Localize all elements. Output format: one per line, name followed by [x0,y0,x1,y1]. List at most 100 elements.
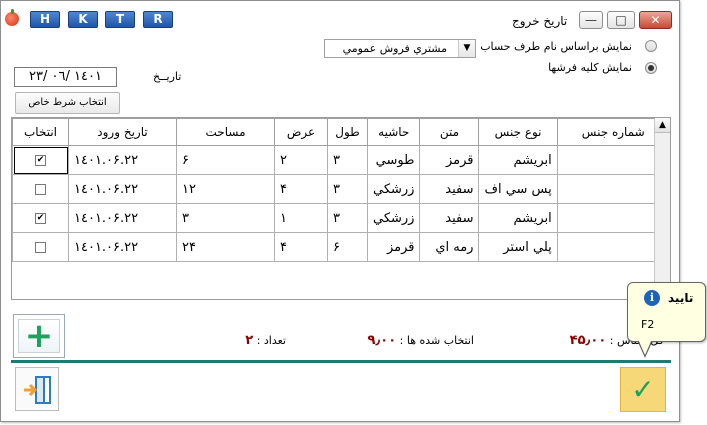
exit-door-icon [24,376,51,404]
close-button[interactable]: ✕ [639,11,672,29]
hotkey-h-button[interactable]: H [30,11,60,28]
radio-by-account[interactable] [645,40,657,52]
account-select[interactable]: مشتري فروش عمومي ▼ [324,39,476,58]
empty-cell [478,261,558,290]
col-area[interactable]: مساحت [176,118,275,146]
tooltip-shortcut: F2 [641,318,655,331]
row-border: طوسي [366,145,421,175]
confirm-button[interactable]: ✓ [620,367,666,412]
col-field[interactable]: متن [419,118,480,146]
row-width: ۴ [274,174,328,204]
exit-button[interactable] [15,367,59,411]
info-icon: i [644,290,660,306]
row-item-id: ۵ [556,203,670,233]
row-entry-date: ١٤٠١.٠۶.٢٢ [68,174,177,204]
tooltip-title: تاييد [668,291,694,305]
row-width: ١ [274,203,328,233]
empty-cell [12,261,69,290]
chevron-down-icon[interactable]: ▼ [458,40,475,57]
checkbox-icon[interactable] [35,212,46,224]
total-value: ۴۵٫٠٠ [569,333,607,348]
app-apple-icon [5,9,19,26]
row-item-id: ۶ [556,232,670,262]
row-width: ۴ [274,232,328,262]
empty-cell [274,261,328,290]
radio-all-carpets[interactable] [645,62,657,74]
minimize-button[interactable]: — [579,11,603,29]
row-area: ٢۴ [176,232,275,262]
account-select-value: مشتري فروش عمومي [342,42,447,55]
table-row-empty [12,261,670,290]
selected-stat: انتخاب شده ها : ۹٫٠٠ [367,333,474,348]
row-type: پلي استر [478,232,558,262]
row-length: ٣ [327,145,368,175]
row-select-checkbox[interactable] [12,232,69,262]
col-entry-date[interactable]: تاريخ ورود [68,118,177,146]
table-row[interactable]: ١٤٠١.٠۶.٢٢۶٢٣طوسيقرمزابريشم٢ [12,145,670,175]
carpets-table: انتخاب تاريخ ورود مساحت عرض طول حاشيه مت… [12,118,670,290]
empty-cell [327,261,368,290]
row-item-id: ٣ [556,174,670,204]
table-row[interactable]: ١٤٠١.٠۶.٢٢٢۴۴۶قرمزرمه ايپلي استر۶ [12,232,670,262]
row-area: ١٢ [176,174,275,204]
radio-all-carpets-label: نمايش كليه فرشها [548,61,632,74]
date-label: تاريــخ [153,70,182,83]
date-input[interactable]: ١٤٠١ /٠٦ /٢٣ [14,67,117,87]
table-row[interactable]: ١٤٠١.٠۶.٢٢١٢۴٣زرشكيسفيدپس سي اف٣ [12,174,670,204]
row-select-checkbox[interactable] [12,203,69,233]
title-bar[interactable]: H K T R تاريخ خروج — □ ✕ [1,1,679,33]
col-item-id[interactable]: شماره جنس [556,118,670,146]
selected-label: انتخاب شده ها : [399,334,474,347]
row-length: ۶ [327,232,368,262]
plus-icon: + [18,319,60,353]
hotkey-k-button[interactable]: K [68,11,98,28]
row-border: زرشكي [366,174,421,204]
row-item-id: ٢ [556,145,670,175]
row-area: ۶ [176,145,275,175]
radio-by-account-label: نمايش براساس نام طرف حساب [480,40,632,53]
row-length: ٣ [327,203,368,233]
col-select[interactable]: انتخاب [12,118,69,146]
row-entry-date: ١٤٠١.٠۶.٢٢ [68,232,177,262]
table-row[interactable]: ١٤٠١.٠۶.٢٢٣١٣زرشكيسفيدابريشم۵ [12,203,670,233]
checkbox-icon[interactable] [35,183,46,195]
add-button[interactable]: + [13,314,65,358]
grid-scrollbar[interactable]: ▲ [654,118,670,299]
footer-divider [11,360,671,363]
count-label: تعداد : [256,334,286,347]
hotkey-t-button[interactable]: T [105,11,135,28]
col-border[interactable]: حاشيه [366,118,421,146]
carpets-grid: انتخاب تاريخ ورود مساحت عرض طول حاشيه مت… [11,117,671,300]
special-filter-button[interactable]: انتخاب شرط خاص [15,92,120,114]
row-type: ابريشم [478,203,558,233]
window: H K T R تاريخ خروج — □ ✕ نمايش براساس نا… [0,0,680,422]
row-field: رمه اي [419,232,480,262]
row-border: زرشكي [366,203,421,233]
maximize-button[interactable]: □ [607,11,635,29]
row-type: پس سي اف [478,174,558,204]
checkbox-icon[interactable] [35,154,46,166]
row-border: قرمز [366,232,421,262]
row-field: سفيد [419,174,480,204]
selected-value: ۹٫٠٠ [367,333,397,348]
scroll-up-icon[interactable]: ▲ [655,118,670,133]
checkmark-icon: ✓ [631,373,655,406]
empty-cell [176,261,275,290]
hotkey-r-button[interactable]: R [143,11,173,28]
empty-cell [419,261,479,290]
checkbox-icon[interactable] [35,241,46,253]
count-stat: تعداد : ٢ [245,333,286,348]
count-value: ٢ [245,333,254,348]
col-type[interactable]: نوع جنس [478,118,558,146]
col-length[interactable]: طول [327,118,368,146]
grid-header-row: انتخاب تاريخ ورود مساحت عرض طول حاشيه مت… [12,118,670,146]
row-type: ابريشم [478,145,558,175]
col-width[interactable]: عرض [274,118,328,146]
empty-cell [68,261,177,290]
row-select-checkbox[interactable] [12,145,69,175]
row-select-checkbox[interactable] [12,174,69,204]
window-title: تاريخ خروج [512,14,568,28]
tooltip-tail-fill [638,339,652,355]
row-entry-date: ١٤٠١.٠۶.٢٢ [68,203,177,233]
row-area: ٣ [176,203,275,233]
